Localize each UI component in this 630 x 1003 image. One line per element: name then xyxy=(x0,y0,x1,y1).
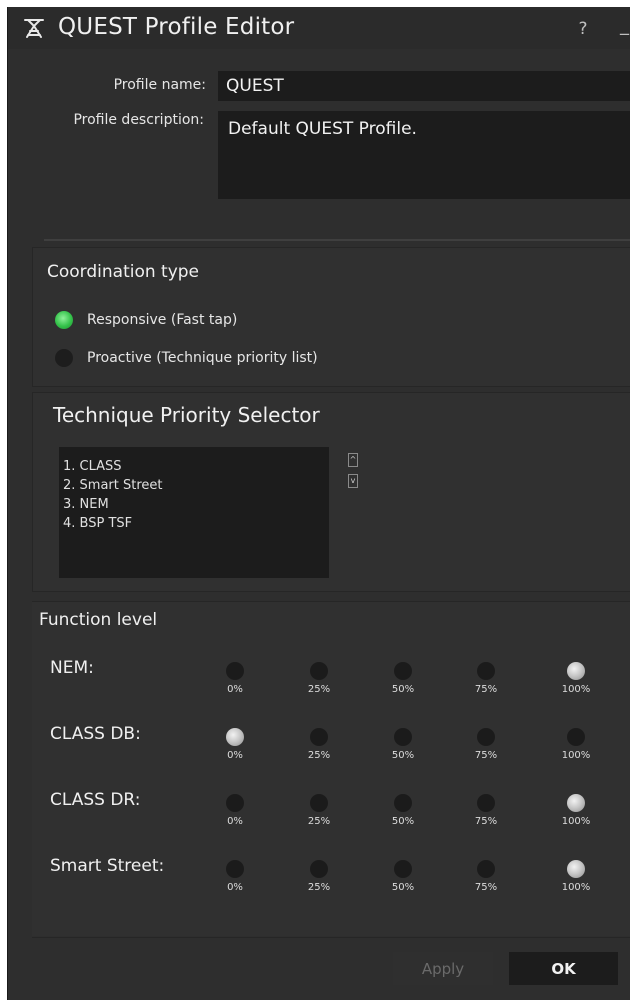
footer-divider xyxy=(32,937,630,938)
level-percent-label: 75% xyxy=(474,882,498,893)
level-percent-label: 50% xyxy=(391,816,415,827)
level-percent-label: 75% xyxy=(474,750,498,761)
level-radio-indicator xyxy=(226,860,244,878)
radio-label: Proactive (Technique priority list) xyxy=(87,350,318,366)
level-percent-label: 50% xyxy=(391,750,415,761)
level-radio-indicator xyxy=(310,860,328,878)
radio-label: Responsive (Fast tap) xyxy=(87,312,238,328)
list-item[interactable]: 2. Smart Street xyxy=(63,476,329,495)
help-button[interactable]: ? xyxy=(571,17,595,41)
radio-proactive[interactable]: Proactive (Technique priority list) xyxy=(55,349,318,367)
technique-priority-title: Technique Priority Selector xyxy=(53,403,320,427)
level-radio-indicator xyxy=(477,794,495,812)
level-percent-label: 25% xyxy=(307,684,331,695)
level-radio-indicator xyxy=(310,794,328,812)
level-percent-label: 0% xyxy=(227,684,243,695)
level-radio-indicator xyxy=(477,860,495,878)
profile-description-input[interactable]: Default QUEST Profile. xyxy=(218,111,630,199)
coordination-panel: Coordination type Responsive (Fast tap) … xyxy=(32,247,630,387)
list-item[interactable]: 1. CLASS xyxy=(63,457,329,476)
function-level-option[interactable]: 50% xyxy=(383,860,423,893)
function-level-option[interactable]: 100% xyxy=(556,662,596,695)
list-item[interactable]: 4. BSP TSF xyxy=(63,514,329,533)
level-percent-label: 25% xyxy=(307,816,331,827)
ok-button[interactable]: OK xyxy=(509,952,618,985)
profile-name-label: Profile name: xyxy=(113,77,206,93)
level-radio-indicator xyxy=(310,662,328,680)
level-percent-label: 0% xyxy=(227,750,243,761)
level-radio-indicator xyxy=(226,794,244,812)
list-item[interactable]: 3. NEM xyxy=(63,495,329,514)
level-radio-indicator xyxy=(567,662,585,680)
apply-button[interactable]: Apply xyxy=(393,952,493,985)
function-level-option[interactable]: 75% xyxy=(466,728,506,761)
level-percent-label: 0% xyxy=(227,882,243,893)
level-radio-indicator xyxy=(567,794,585,812)
function-level-option[interactable]: 100% xyxy=(556,860,596,893)
function-level-option[interactable]: 25% xyxy=(299,860,339,893)
function-level-option[interactable]: 0% xyxy=(215,860,255,893)
window-title: QUEST Profile Editor xyxy=(58,14,295,40)
function-level-row-label: CLASS DR: xyxy=(50,790,141,810)
level-percent-label: 75% xyxy=(474,684,498,695)
level-radio-indicator xyxy=(477,662,495,680)
app-tower-icon xyxy=(24,19,44,38)
coordination-title: Coordination type xyxy=(47,262,200,282)
function-level-option[interactable]: 0% xyxy=(215,662,255,695)
level-percent-label: 100% xyxy=(561,882,591,893)
function-level-option[interactable]: 25% xyxy=(299,662,339,695)
level-percent-label: 25% xyxy=(307,750,331,761)
level-percent-label: 50% xyxy=(391,684,415,695)
function-level-option[interactable]: 0% xyxy=(215,794,255,827)
profile-description-label: Profile description: xyxy=(73,112,204,128)
level-percent-label: 100% xyxy=(561,750,591,761)
level-radio-indicator xyxy=(394,662,412,680)
level-percent-label: 75% xyxy=(474,816,498,827)
move-up-button[interactable]: ^ xyxy=(348,453,358,467)
function-level-option[interactable]: 75% xyxy=(466,662,506,695)
profile-name-input[interactable] xyxy=(218,71,630,101)
function-level-row-label: Smart Street: xyxy=(50,856,165,876)
function-level-option[interactable]: 50% xyxy=(383,794,423,827)
level-radio-indicator xyxy=(394,860,412,878)
divider xyxy=(44,239,630,241)
minimize-button[interactable]: _ xyxy=(620,15,630,39)
level-radio-indicator xyxy=(477,728,495,746)
radio-indicator xyxy=(55,349,73,367)
level-percent-label: 100% xyxy=(561,816,591,827)
level-radio-indicator xyxy=(310,728,328,746)
level-radio-indicator xyxy=(226,662,244,680)
function-level-option[interactable]: 50% xyxy=(383,662,423,695)
title-bar: QUEST Profile Editor ? _ xyxy=(8,7,630,49)
level-radio-indicator xyxy=(226,728,244,746)
function-level-option[interactable]: 75% xyxy=(466,794,506,827)
function-level-row-label: CLASS DB: xyxy=(50,724,141,744)
function-level-option[interactable]: 0% xyxy=(215,728,255,761)
move-down-button[interactable]: v xyxy=(348,474,358,488)
function-level-option[interactable]: 50% xyxy=(383,728,423,761)
radio-responsive[interactable]: Responsive (Fast tap) xyxy=(55,311,237,329)
function-level-row-label: NEM: xyxy=(50,658,94,678)
level-percent-label: 100% xyxy=(561,684,591,695)
level-percent-label: 50% xyxy=(391,882,415,893)
function-level-option[interactable]: 75% xyxy=(466,860,506,893)
level-radio-indicator xyxy=(394,728,412,746)
function-level-option[interactable]: 100% xyxy=(556,794,596,827)
level-radio-indicator xyxy=(567,860,585,878)
function-level-option[interactable]: 25% xyxy=(299,728,339,761)
function-level-title: Function level xyxy=(39,610,158,630)
level-radio-indicator xyxy=(567,728,585,746)
profile-editor-window: QUEST Profile Editor ? _ Profile name: P… xyxy=(7,7,630,1000)
function-level-option[interactable]: 25% xyxy=(299,794,339,827)
level-percent-label: 0% xyxy=(227,816,243,827)
level-radio-indicator xyxy=(394,794,412,812)
level-percent-label: 25% xyxy=(307,882,331,893)
technique-priority-list[interactable]: 1. CLASS 2. Smart Street 3. NEM 4. BSP T… xyxy=(59,447,329,578)
radio-indicator xyxy=(55,311,73,329)
function-level-option[interactable]: 100% xyxy=(556,728,596,761)
